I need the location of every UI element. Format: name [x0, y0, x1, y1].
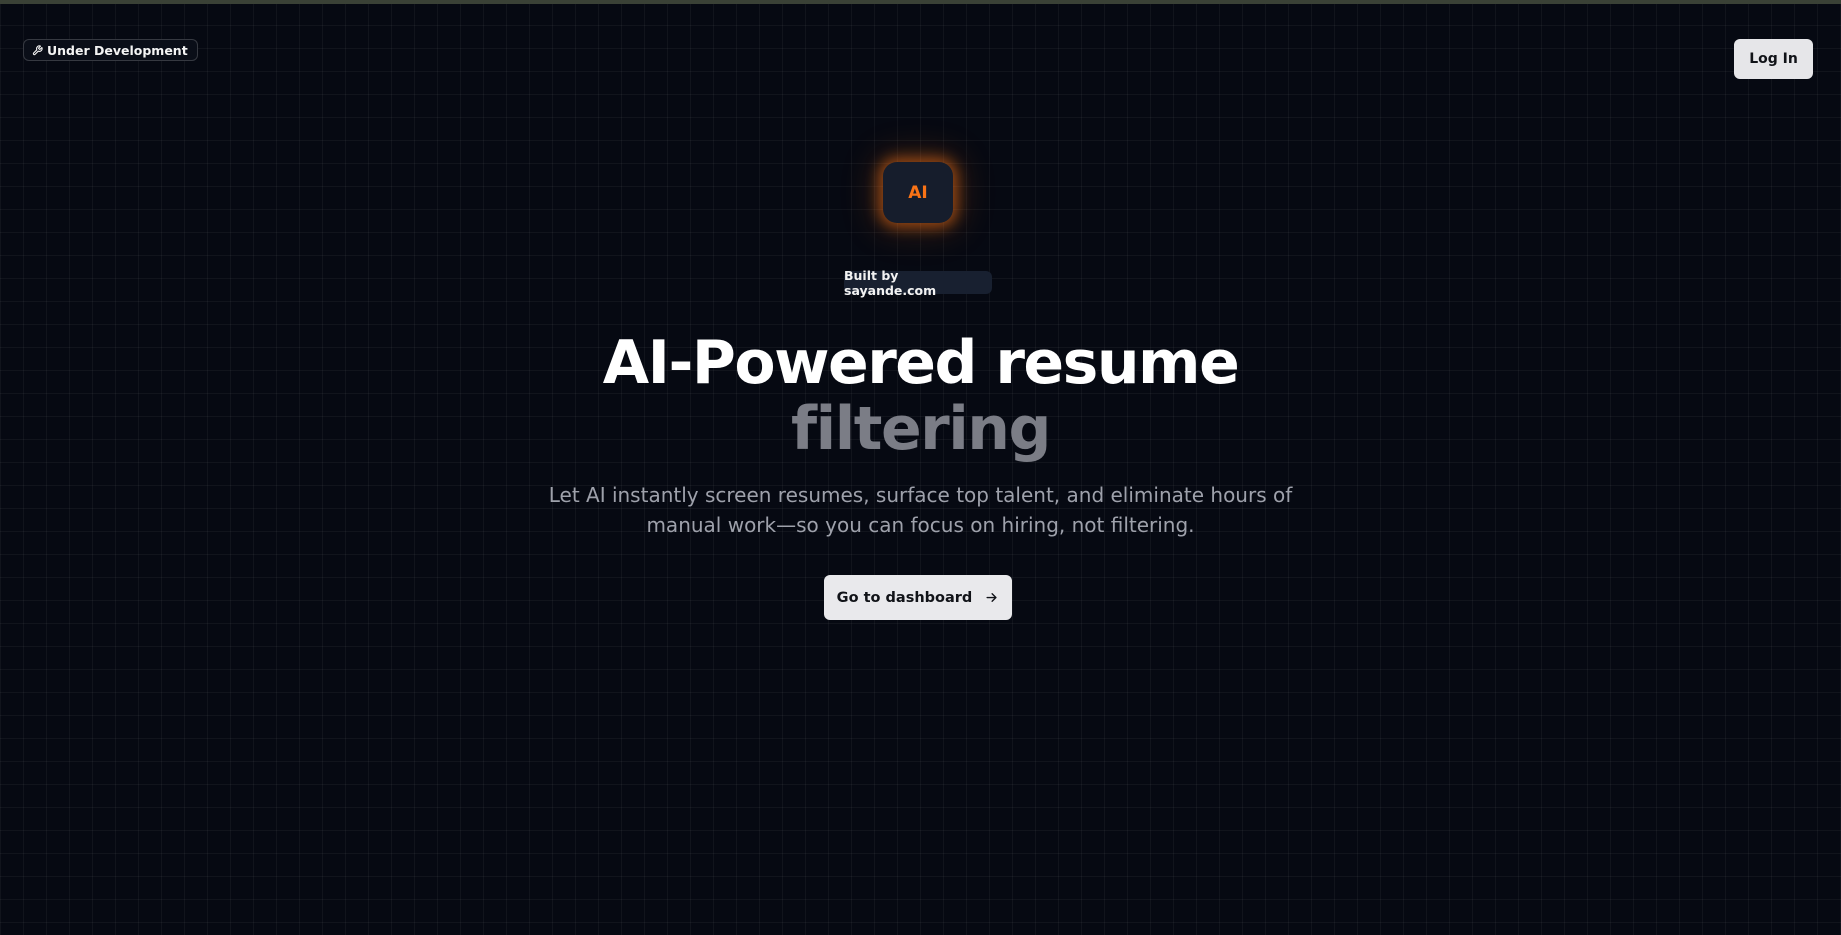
ai-logo: AI [883, 162, 953, 223]
status-badge-label: Under Development [47, 42, 188, 58]
cta-label: Go to dashboard [836, 589, 973, 606]
subtitle-line-1: Let AI instantly screen resumes, surface… [548, 483, 1293, 507]
subtitle-line-2: manual work—so you can focus on hiring, … [646, 513, 1195, 537]
hero-subtitle: Let AI instantly screen resumes, surface… [0, 480, 1841, 540]
go-to-dashboard-button[interactable]: Go to dashboard [824, 575, 1012, 620]
built-by-badge: Built by sayande.com [844, 268, 992, 298]
ai-logo-text: AI [908, 182, 928, 203]
status-badge: Under Development [23, 39, 198, 61]
page-title: AI-Powered resume filtering [0, 330, 1841, 462]
top-strip [0, 0, 1841, 4]
login-button[interactable]: Log In [1734, 39, 1813, 79]
headline-line-2: filtering [791, 394, 1051, 464]
arrow-right-icon [984, 590, 999, 605]
headline-line-1: AI-Powered resume [602, 328, 1240, 398]
wrench-icon [32, 44, 43, 56]
